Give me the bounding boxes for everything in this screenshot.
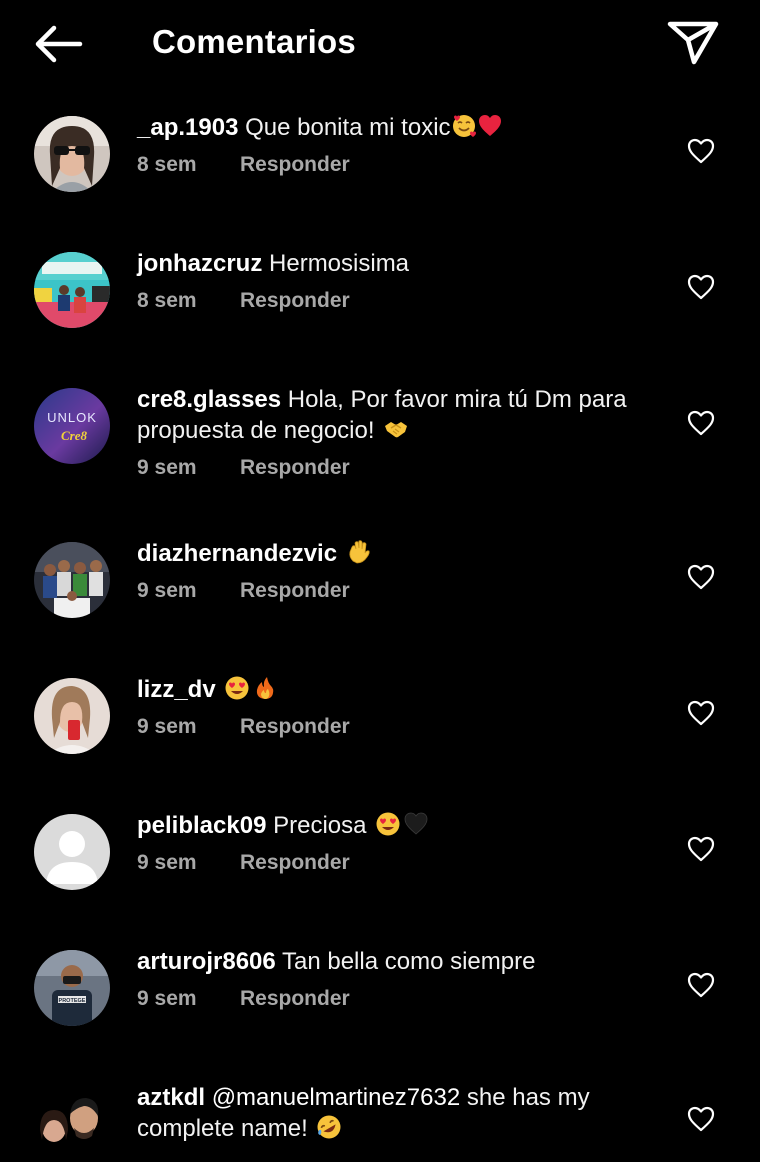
comment-text: peliblack09 Preciosa: [137, 810, 657, 841]
comment-username[interactable]: lizz_dv: [137, 676, 216, 703]
waving-hand-emoji-icon: [349, 540, 370, 564]
heart-outline-icon: [687, 1106, 715, 1132]
comment-meta: 9 sem Responder: [137, 986, 657, 1012]
heart-outline-icon: [687, 274, 715, 300]
reply-button[interactable]: Responder: [240, 851, 350, 874]
avatar[interactable]: UNLOK Cre8: [34, 388, 110, 464]
heart-outline-icon: [687, 700, 715, 726]
comment-message: Preciosa: [273, 812, 367, 839]
avatar[interactable]: [34, 814, 110, 890]
heart-outline-icon: [687, 138, 715, 164]
comment-meta: 9 sem Responder: [137, 714, 657, 740]
like-button[interactable]: [686, 272, 716, 302]
black-heart-emoji-icon: [404, 812, 428, 835]
comment-text: aztkdl @manuelmartinez7632 she has my co…: [137, 1082, 657, 1144]
like-button[interactable]: [686, 698, 716, 728]
comment-message: Que bonita mi toxic: [245, 114, 451, 141]
comment-timestamp: 9 sem: [137, 456, 197, 479]
heart-outline-icon: [687, 410, 715, 436]
reply-button[interactable]: Responder: [240, 715, 350, 738]
comment-username[interactable]: _ap.1903: [137, 114, 238, 141]
smiling-face-with-hearts-emoji-icon: [452, 115, 476, 137]
arrow-left-icon: [35, 25, 83, 63]
comment-username[interactable]: aztkdl: [137, 1084, 205, 1111]
comment-timestamp: 9 sem: [137, 851, 197, 874]
comment-username[interactable]: peliblack09: [137, 812, 266, 839]
reply-button[interactable]: Responder: [240, 289, 350, 312]
fire-emoji-icon: [257, 677, 274, 699]
comment-timestamp: 8 sem: [137, 153, 197, 176]
reply-button[interactable]: Responder: [240, 153, 350, 176]
avatar-vest-text: PROTEGE: [59, 998, 86, 1004]
comment-text: _ap.1903 Que bonita mi toxic: [137, 112, 657, 143]
heart-outline-icon: [687, 836, 715, 862]
comment-mention[interactable]: @manuelmartinez7632: [212, 1084, 461, 1111]
red-heart-emoji-icon: [478, 115, 501, 136]
avatar[interactable]: PROTEGE: [34, 950, 110, 1026]
comment-timestamp: 8 sem: [137, 289, 197, 312]
like-button[interactable]: [686, 562, 716, 592]
avatar[interactable]: [34, 252, 110, 328]
heart-eyes-emoji-icon: [376, 812, 400, 836]
like-button[interactable]: [686, 834, 716, 864]
comment-username[interactable]: cre8.glasses: [137, 386, 281, 413]
comment-meta: 8 sem Responder: [137, 152, 657, 178]
back-button[interactable]: [28, 20, 88, 68]
page-title: Comentarios: [152, 23, 356, 60]
comment-text: cre8.glasses Hola, Por favor mira tú Dm …: [137, 384, 657, 446]
comment-username[interactable]: diazhernandezvic: [137, 540, 337, 567]
heart-outline-icon: [687, 564, 715, 590]
rolling-laughing-emoji-icon: [317, 1115, 341, 1139]
comment-text: arturojr8606 Tan bella como siempre: [137, 946, 657, 977]
avatar-brand-text: UNLOK: [47, 410, 97, 425]
comment-meta: 9 sem Responder: [137, 850, 657, 876]
comment-text: diazhernandezvic: [137, 538, 657, 569]
heart-outline-icon: [687, 972, 715, 998]
like-button[interactable]: [686, 1104, 716, 1134]
comment-timestamp: 9 sem: [137, 987, 197, 1010]
avatar[interactable]: [34, 1086, 110, 1162]
like-button[interactable]: [686, 970, 716, 1000]
comment-text: lizz_dv: [137, 674, 657, 705]
comment-message: Hermosisima: [269, 250, 410, 277]
reply-button[interactable]: Responder: [240, 456, 350, 479]
reply-button[interactable]: Responder: [240, 579, 350, 602]
header-bar: Comentarios: [0, 0, 760, 86]
heart-eyes-emoji-icon: [225, 676, 249, 700]
comment-meta: 9 sem Responder: [137, 455, 657, 481]
like-button[interactable]: [686, 136, 716, 166]
comment-timestamp: 9 sem: [137, 715, 197, 738]
avatar[interactable]: [34, 678, 110, 754]
comment-timestamp: 9 sem: [137, 579, 197, 602]
comment-meta: 9 sem Responder: [137, 578, 657, 604]
comment-text: jonhazcruz Hermosisima: [137, 248, 657, 279]
reply-button[interactable]: Responder: [240, 987, 350, 1010]
default-avatar-icon: [34, 814, 110, 890]
comment-meta: 8 sem Responder: [137, 288, 657, 314]
avatar[interactable]: [34, 542, 110, 618]
handshake-emoji-icon: [385, 422, 408, 438]
comment-username[interactable]: jonhazcruz: [137, 250, 262, 277]
share-button[interactable]: [664, 14, 722, 72]
avatar-brand-subtext: Cre8: [61, 428, 88, 443]
like-button[interactable]: [686, 408, 716, 438]
paper-plane-icon: [667, 21, 719, 65]
comment-message: Tan bella como siempre: [281, 948, 536, 975]
avatar[interactable]: [34, 116, 110, 192]
comment-username[interactable]: arturojr8606: [137, 948, 276, 975]
